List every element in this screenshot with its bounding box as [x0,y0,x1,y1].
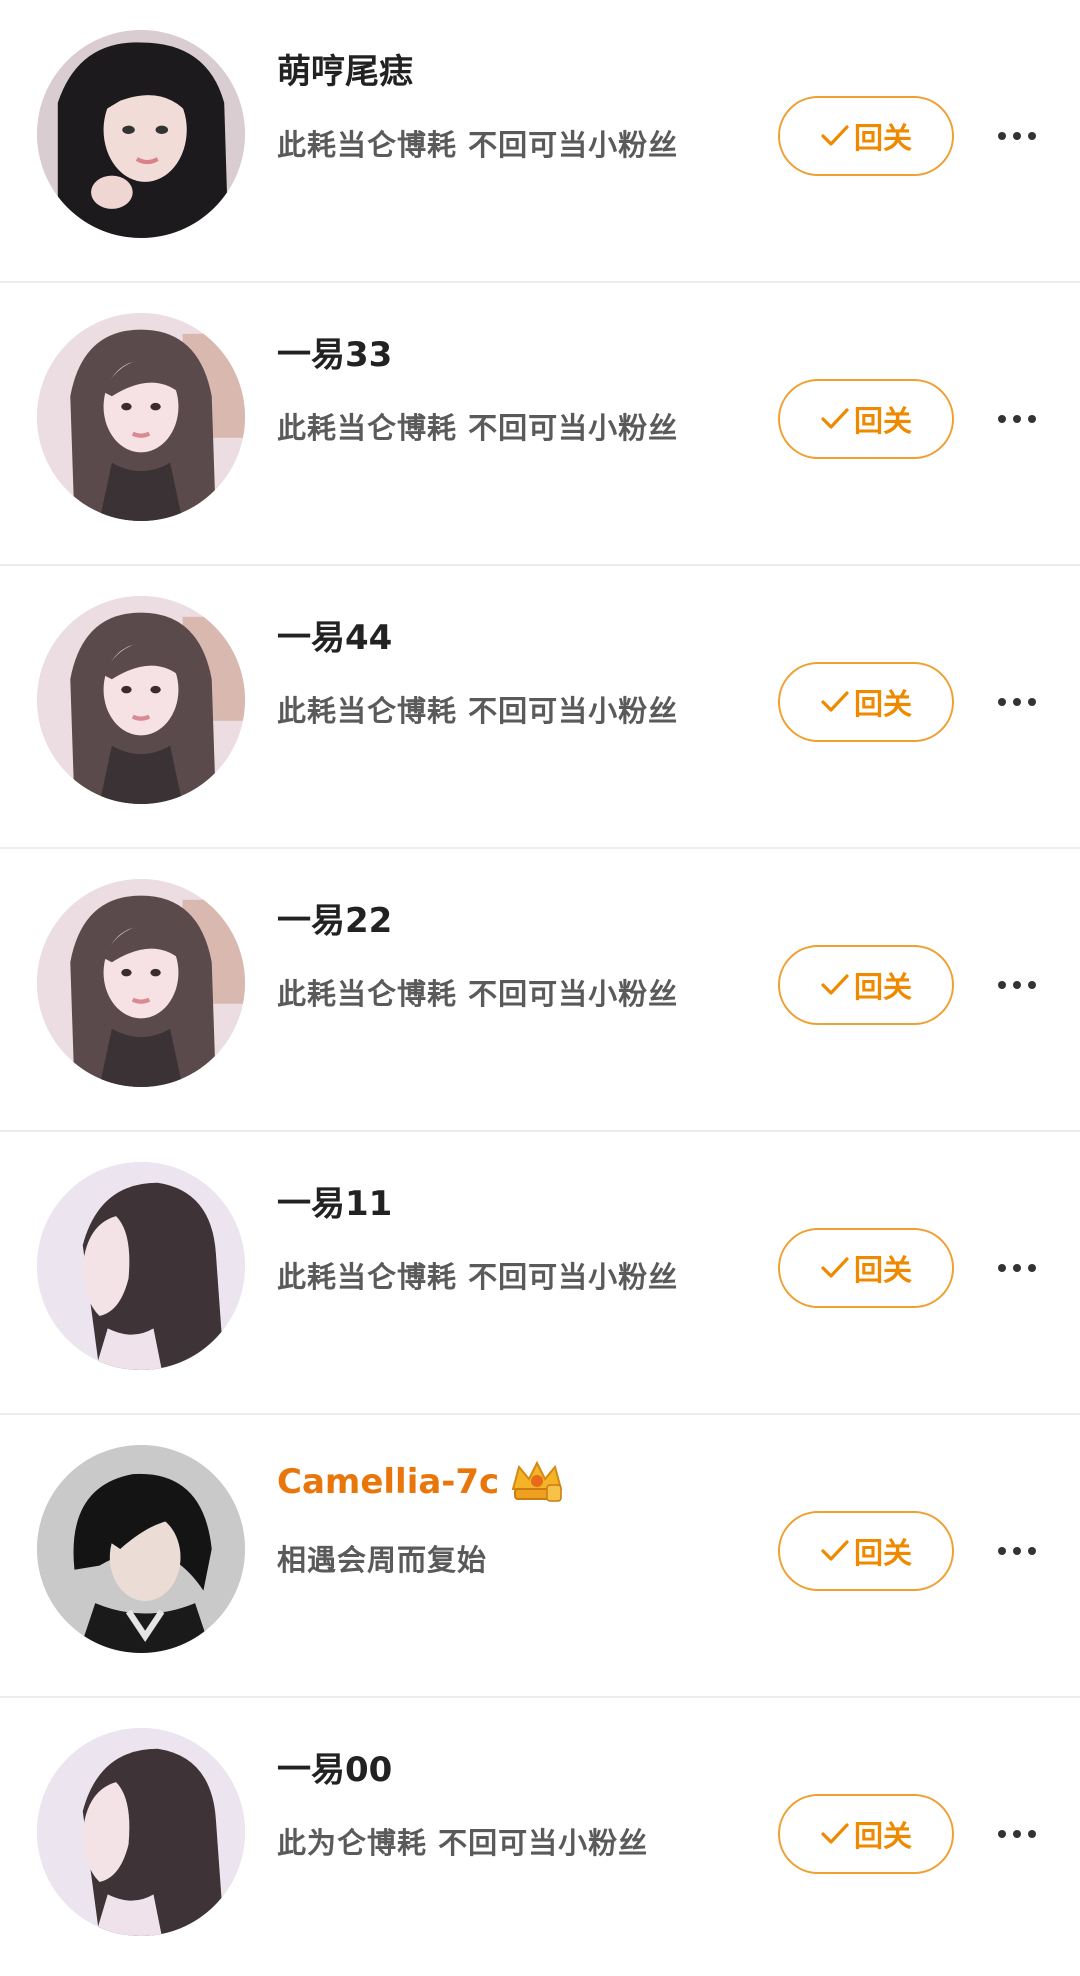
pink-room-girl-avatar[interactable] [37,879,245,1087]
fan-name-text[interactable]: 一易33 [277,327,392,376]
fan-name[interactable]: 一易22 [277,893,392,942]
fan-name[interactable]: 一易11 [277,1176,392,1225]
check-icon [821,1823,849,1844]
fan-name-text[interactable]: Camellia-7c [277,1462,499,1502]
check-icon [821,1540,849,1561]
pink-room-girl-avatar[interactable] [37,313,245,521]
follow-back-label: 回关 [853,1536,912,1570]
fan-name-text[interactable]: 一易44 [277,610,392,659]
fan-description: 此为仑博耗 不回可当小粉丝 [277,1826,649,1860]
follow-back-button[interactable]: 回关 [778,945,954,1025]
fan-row[interactable]: 一易00 此为仑博耗 不回可当小粉丝 回关 [0,1698,1080,1976]
fan-name-text[interactable]: 一易22 [277,893,392,942]
check-icon [821,1257,849,1278]
follow-back-label: 回关 [853,687,912,721]
fan-name[interactable]: 一易00 [277,1742,392,1791]
check-icon [821,408,849,429]
fan-name-text[interactable]: 一易11 [277,1176,392,1225]
follow-back-button[interactable]: 回关 [778,96,954,176]
follow-back-button[interactable]: 回关 [778,1794,954,1874]
more-options-icon[interactable] [996,126,1038,146]
fan-row[interactable]: 一易22 此耗当仑博耗 不回可当小粉丝 回关 [0,849,1080,1132]
fan-name-text[interactable]: 萌哼尾痣 [277,44,413,93]
fan-description: 此耗当仑博耗 不回可当小粉丝 [277,1260,679,1294]
fan-description: 此耗当仑博耗 不回可当小粉丝 [277,128,679,162]
more-options-icon[interactable] [996,975,1038,995]
follow-back-label: 回关 [853,121,912,155]
more-options-icon[interactable] [996,1824,1038,1844]
follow-back-button[interactable]: 回关 [778,662,954,742]
fan-row[interactable]: Camellia-7c 相遇会周而复始 回关 [0,1415,1080,1698]
more-options-icon[interactable] [996,1258,1038,1278]
check-icon [821,125,849,146]
fan-row[interactable]: 一易11 此耗当仑博耗 不回可当小粉丝 回关 [0,1132,1080,1415]
dark-hair-girl-avatar[interactable] [37,30,245,238]
crown-badge-icon [511,1460,563,1502]
profile-girl-avatar[interactable] [37,1162,245,1370]
fans-list: 萌哼尾痣 此耗当仑博耗 不回可当小粉丝 回关 一易33 此耗当仑博耗 不回可当小… [0,0,1080,1976]
profile-girl-avatar[interactable] [37,1728,245,1936]
fan-description: 此耗当仑博耗 不回可当小粉丝 [277,411,679,445]
fan-name[interactable]: 一易33 [277,327,392,376]
follow-back-button[interactable]: 回关 [778,379,954,459]
fan-row[interactable]: 萌哼尾痣 此耗当仑博耗 不回可当小粉丝 回关 [0,0,1080,283]
more-options-icon[interactable] [996,409,1038,429]
follow-back-button[interactable]: 回关 [778,1228,954,1308]
fan-description: 此耗当仑博耗 不回可当小粉丝 [277,694,679,728]
follow-back-label: 回关 [853,1253,912,1287]
follow-back-label: 回关 [853,404,912,438]
fan-name[interactable]: Camellia-7c [277,1459,565,1505]
fan-description: 此耗当仑博耗 不回可当小粉丝 [277,977,679,1011]
check-icon [821,974,849,995]
fan-description: 相遇会周而复始 [277,1543,488,1577]
pink-room-girl-avatar[interactable] [37,596,245,804]
fan-name[interactable]: 萌哼尾痣 [277,44,413,93]
fan-row[interactable]: 一易33 此耗当仑博耗 不回可当小粉丝 回关 [0,283,1080,566]
fan-row[interactable]: 一易44 此耗当仑博耗 不回可当小粉丝 回关 [0,566,1080,849]
fan-name[interactable]: 一易44 [277,610,392,659]
more-options-icon[interactable] [996,1541,1038,1561]
follow-back-label: 回关 [853,1819,912,1853]
follow-back-label: 回关 [853,970,912,1004]
follow-back-button[interactable]: 回关 [778,1511,954,1591]
more-options-icon[interactable] [996,692,1038,712]
check-icon [821,691,849,712]
dark-hair-boy-avatar[interactable] [37,1445,245,1653]
fan-name-text[interactable]: 一易00 [277,1742,392,1791]
